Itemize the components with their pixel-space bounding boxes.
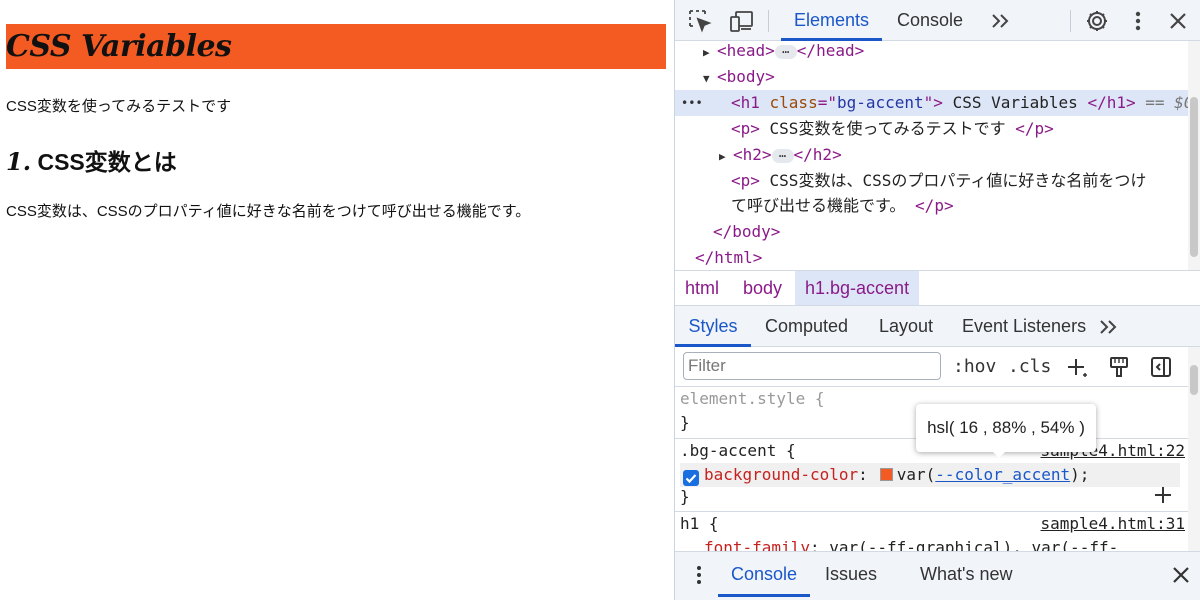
ellipsis-icon[interactable]: … (771, 147, 794, 163)
dom-node-p-continued[interactable]: て呼び出せる機能です。 </p> (675, 193, 1189, 219)
dom-tree-scrollbar[interactable] (1188, 41, 1200, 270)
devtools-toolbar: Elements Console (675, 0, 1200, 41)
element-style-selector[interactable]: element.style { (680, 387, 825, 411)
more-tabs-icon[interactable] (1095, 314, 1121, 340)
background-color-declaration[interactable]: background-color: var(--color_accent); (680, 463, 1180, 487)
drawer-tab-console[interactable]: Console (718, 552, 810, 597)
more-tabs-icon[interactable] (987, 8, 1013, 34)
devtools-panel: Elements Console ▶ <head> … </head> ▼ <b… (674, 0, 1200, 600)
toolbar-divider (1070, 10, 1071, 32)
drawer-menu-icon[interactable] (687, 563, 711, 587)
add-declaration-icon[interactable] (1151, 483, 1175, 507)
ellipsis-icon[interactable]: … (774, 43, 797, 59)
page-subheading: 1. CSS変数とは (6, 143, 177, 177)
scrollbar-thumb[interactable] (1190, 365, 1198, 395)
tab-console[interactable]: Console (897, 0, 963, 41)
drawer-tabs: Console Issues What's new (675, 551, 1200, 600)
declaration-enabled-checkbox[interactable] (683, 470, 699, 486)
css-variable-link[interactable]: --color_accent (935, 465, 1070, 484)
styles-filter-input[interactable] (683, 352, 941, 380)
breadcrumb: html body h1.bg-accent (675, 270, 1200, 306)
tab-elements[interactable]: Elements (781, 0, 882, 41)
h1-source-link[interactable]: sample4.html:31 (1041, 512, 1186, 536)
class-toggle-button[interactable]: .cls (1008, 354, 1051, 380)
styles-filter-bar: :hov .cls (675, 347, 1189, 387)
breadcrumb-body[interactable]: body (733, 271, 792, 305)
color-swatch[interactable] (879, 468, 893, 481)
page-heading-css-variables: CSS Variables (6, 24, 666, 69)
styles-scrollbar[interactable] (1188, 347, 1200, 551)
subheading-text: CSS変数とは (31, 149, 177, 175)
dom-node-p[interactable]: <p> CSS変数は、CSSのプロパティ値に好きな名前をつけ (675, 168, 1189, 194)
breadcrumb-html[interactable]: html (675, 271, 729, 305)
scrollbar-thumb[interactable] (1190, 97, 1198, 257)
subheading-number: 1. (6, 147, 32, 176)
page-preview: CSS Variables CSS変数を使ってみるテストです 1. CSS変数と… (0, 0, 674, 600)
dom-node-p[interactable]: <p> CSS変数を使ってみるテストです </p> (675, 116, 1189, 142)
dom-node-h2[interactable]: ▶ <h2>… </h2> (675, 142, 1189, 168)
settings-icon[interactable] (1084, 8, 1110, 34)
tab-layout[interactable]: Layout (879, 306, 933, 347)
h1-selector[interactable]: h1 { (680, 512, 719, 536)
property-name[interactable]: background-color (704, 465, 858, 484)
toolbar-divider (768, 10, 769, 32)
breadcrumb-h1-bg-accent[interactable]: h1.bg-accent (795, 271, 920, 305)
new-style-rule-icon[interactable] (1065, 355, 1089, 379)
styles-pane-tabs: Styles Computed Layout Event Listeners (675, 306, 1200, 347)
paint-brush-icon[interactable] (1107, 355, 1131, 379)
font-family-declaration[interactable]: font-family: var(--ff-graphical), var(--… (704, 536, 1118, 551)
toggle-sidebar-icon[interactable] (1149, 355, 1173, 379)
element-style-close: } (680, 413, 690, 432)
expand-triangle-icon[interactable]: ▶ (703, 41, 717, 66)
bg-accent-selector[interactable]: .bg-accent { (680, 439, 796, 463)
tab-event-listeners[interactable]: Event Listeners (962, 306, 1086, 347)
tab-computed[interactable]: Computed (765, 306, 848, 347)
dom-node-body-close[interactable]: </body> (675, 219, 1189, 245)
tab-styles[interactable]: Styles (675, 306, 751, 347)
color-value-tooltip: hsl( 16 , 88% , 54% ) (916, 404, 1096, 452)
expand-triangle-icon[interactable]: ▶ (719, 144, 733, 170)
node-actions-icon[interactable]: ••• (681, 90, 703, 116)
dom-tree: ▶ <head>… </head> ▼ <body> ••• <h1 class="bg… (675, 41, 1200, 270)
selected-node-marker: == $0 (1135, 93, 1194, 112)
page-description-paragraph: CSS変数は、CSSのプロパティ値に好きな名前をつけて呼び出せる機能です。 (6, 203, 531, 220)
drawer-tab-whats-new[interactable]: What's new (920, 552, 1012, 597)
dom-node-head[interactable]: ▶ <head>… </head> (675, 41, 1189, 64)
collapse-triangle-icon[interactable]: ▼ (703, 66, 717, 92)
dom-node-html-close[interactable]: </html> (675, 245, 1189, 270)
device-toolbar-icon[interactable] (729, 8, 755, 34)
hover-state-button[interactable]: :hov (953, 354, 996, 380)
close-devtools-icon[interactable] (1165, 8, 1191, 34)
tooltip-arrow (991, 450, 1007, 458)
dom-node-h1-selected[interactable]: ••• <h1 class="bg-accent"> CSS Variables … (675, 90, 1193, 116)
close-drawer-icon[interactable] (1169, 563, 1193, 587)
bg-accent-close: } (680, 487, 690, 506)
drawer-tab-issues[interactable]: Issues (825, 552, 877, 597)
page-intro-paragraph: CSS変数を使ってみるテストです (6, 98, 232, 115)
dom-node-body[interactable]: ▼ <body> (675, 64, 1189, 90)
inspect-icon[interactable] (687, 8, 713, 34)
kebab-menu-icon[interactable] (1125, 8, 1151, 34)
